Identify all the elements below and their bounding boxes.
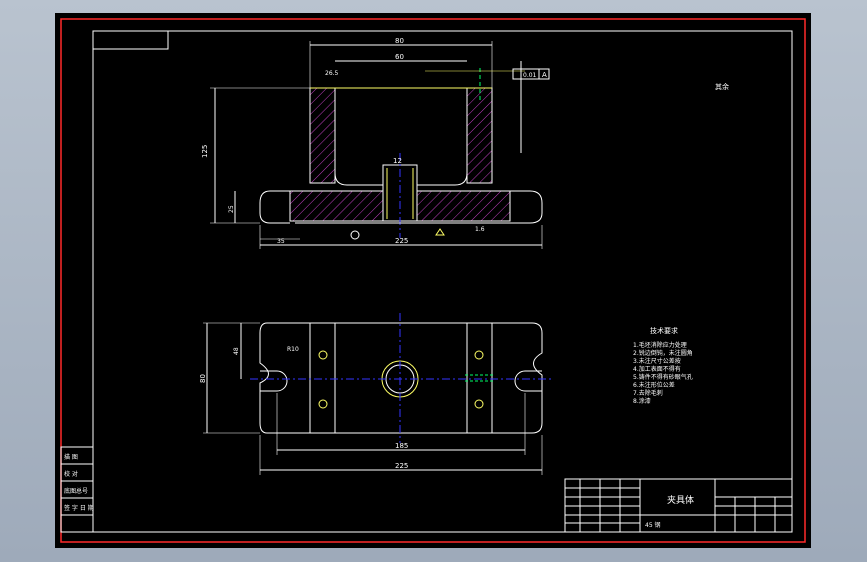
plan-spacing-text: 185 xyxy=(395,442,408,450)
plan-wall-right xyxy=(466,322,493,434)
dim-left-offset: 35 xyxy=(277,238,285,245)
req-6: 6.未注形位公差 xyxy=(633,381,675,389)
title-block: 夹具体 45 钢 xyxy=(564,478,793,533)
plan-height-text: 80 xyxy=(199,374,207,383)
plan-total-text: 225 xyxy=(395,462,408,470)
plan-view: 80 48 185 225 R10 xyxy=(199,313,552,475)
sheet-border xyxy=(60,18,806,543)
req-1: 1.毛坯消除应力处理 xyxy=(633,341,687,349)
dim-total-width: 225 xyxy=(395,237,408,245)
stamp-row-1: 描 图 xyxy=(64,453,78,461)
right-wall-section xyxy=(466,87,493,184)
flange-left xyxy=(259,190,290,224)
cad-viewport[interactable]: A 0.01 80 60 26.5 125 25 12 225 35 1.6 其… xyxy=(55,13,811,548)
plan-wall-left xyxy=(309,322,336,434)
drawing-title: 夹具体 xyxy=(667,494,694,506)
hole-tl xyxy=(318,350,328,360)
section-view: A 0.01 80 60 26.5 125 25 12 225 35 1.6 xyxy=(201,37,550,249)
hole-tr xyxy=(474,350,484,360)
stamp-row-2: 校 对 xyxy=(64,470,78,478)
flange-right xyxy=(510,190,543,224)
corner-box xyxy=(92,30,169,50)
left-stamp-table: 描 图 校 对 底图总号 签 字 日 期 xyxy=(60,446,94,533)
hole-bl xyxy=(318,399,328,409)
plan-outline xyxy=(259,322,543,434)
req-3: 3.未注尺寸公差按 xyxy=(633,357,681,365)
material-text: 45 钢 xyxy=(645,521,661,529)
req-4: 4.加工表面不得有 xyxy=(633,365,681,373)
datum-ref: A xyxy=(542,71,547,79)
req-7: 7.去除毛刺 xyxy=(633,389,663,397)
req-2: 2.锐边倒钝，未注圆角 xyxy=(633,349,693,357)
slot-radius-text: R10 xyxy=(287,346,299,353)
base-section-right xyxy=(416,190,511,222)
dim-right-note: 1.6 xyxy=(475,226,485,233)
stamp-row-4: 签 字 日 期 xyxy=(64,504,94,512)
plan-inner-text: 48 xyxy=(233,347,240,355)
req-8: 8.涂漆 xyxy=(633,397,651,405)
hole-br xyxy=(474,399,484,409)
inner-fillet-left xyxy=(334,172,383,186)
tech-requirements: 技术要求 1.毛坯消除应力处理 2.锐边倒钝，未注圆角 3.未注尺寸公差按 4.… xyxy=(633,326,693,405)
left-wall-section xyxy=(309,87,336,184)
roughness-mark-right xyxy=(435,228,445,236)
datum-tol: 0.01 xyxy=(523,72,537,79)
dim-base-height: 25 xyxy=(228,205,235,213)
inner-fillet-right xyxy=(417,172,468,186)
drawing-frame xyxy=(92,30,793,533)
stamp-row-3: 底图总号 xyxy=(64,487,88,495)
cad-drawing: A 0.01 80 60 26.5 125 25 12 225 35 1.6 其… xyxy=(60,18,806,543)
req-5: 5.铸件不得有砂眼气孔 xyxy=(633,373,693,381)
roughness-note: 其余 xyxy=(715,82,729,91)
slot-right xyxy=(514,370,542,392)
roughness-mark-left xyxy=(350,230,360,240)
dim-inner-width: 60 xyxy=(395,53,404,61)
dim-top-width: 80 xyxy=(395,37,404,45)
dim-offset: 26.5 xyxy=(325,70,339,77)
dim-hole: 12 xyxy=(393,157,402,165)
base-section-left xyxy=(289,190,384,222)
dim-height: 125 xyxy=(201,145,209,158)
requirements-title: 技术要求 xyxy=(650,326,678,335)
